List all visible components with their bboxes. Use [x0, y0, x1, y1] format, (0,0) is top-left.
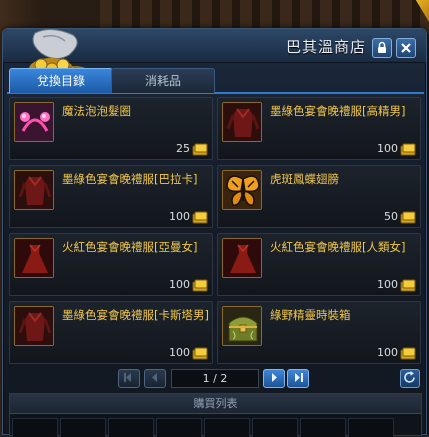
- item-icon-frame: [222, 102, 262, 142]
- last-page-icon: [295, 373, 303, 382]
- item-card[interactable]: 魔法泡泡髮圈 25: [9, 97, 213, 160]
- tab-consumables[interactable]: 消耗品: [111, 68, 215, 93]
- coupon-icon: [400, 211, 416, 224]
- item-price: 25: [176, 142, 190, 155]
- item-price: 100: [377, 346, 398, 359]
- item-icon-frame: [222, 306, 262, 346]
- first-page-button[interactable]: [118, 369, 140, 388]
- item-price: 100: [169, 210, 190, 223]
- item-card[interactable]: 虎斑鳳蝶翅膀 50: [217, 165, 421, 228]
- dark-red-outfit-icon: [15, 307, 53, 345]
- item-name: 墨綠色宴會晚禮服[高精男]: [270, 104, 406, 118]
- item-name: 墨綠色宴會晚禮服[卡斯塔男]: [62, 308, 209, 322]
- close-button[interactable]: [396, 38, 416, 58]
- purchase-slot[interactable]: [156, 418, 202, 437]
- coupon-icon: [192, 279, 208, 292]
- first-page-icon: [124, 373, 131, 382]
- item-name: 虎斑鳳蝶翅膀: [270, 172, 339, 186]
- item-price: 100: [169, 278, 190, 291]
- coupon-icon: [192, 211, 208, 224]
- coupon-icon: [192, 347, 208, 360]
- last-page-button[interactable]: [287, 369, 309, 388]
- item-icon-frame: [14, 170, 54, 210]
- item-icon-frame: [222, 170, 262, 210]
- purchase-slot[interactable]: [252, 418, 298, 437]
- next-page-button[interactable]: [263, 369, 285, 388]
- item-name: 火紅色宴會晚禮服[亞曼女]: [62, 240, 198, 254]
- item-icon-frame: [14, 238, 54, 278]
- item-name: 魔法泡泡髮圈: [62, 104, 131, 118]
- item-icon-frame: [14, 102, 54, 142]
- item-name: 墨綠色宴會晚禮服[巴拉卡]: [62, 172, 198, 186]
- item-card[interactable]: 火紅色宴會晚禮服[亞曼女] 100: [9, 233, 213, 296]
- butterfly-wings-icon: [223, 171, 261, 209]
- item-price: 50: [384, 210, 398, 223]
- treasure-chest-icon: [223, 307, 261, 345]
- coupon-icon: [400, 279, 416, 292]
- window-title: 巴其溫商店: [285, 38, 366, 56]
- tab-exchange-catalog[interactable]: 兌換目錄: [9, 68, 113, 93]
- shop-window: 巴其溫商店 兌換目錄 消耗品 魔法泡泡髮圈 25 墨綠色宴會晚禮服[高精男] 1…: [2, 28, 427, 437]
- item-name: 綠野精靈時裝箱: [270, 308, 351, 322]
- pager-bar: 1 / 2: [3, 366, 426, 392]
- refresh-button[interactable]: [400, 369, 420, 388]
- purchase-slot[interactable]: [12, 418, 58, 437]
- item-card[interactable]: 墨綠色宴會晚禮服[卡斯塔男] 100: [9, 301, 213, 364]
- item-icon-frame: [222, 238, 262, 278]
- item-card[interactable]: 墨綠色宴會晚禮服[巴拉卡] 100: [9, 165, 213, 228]
- close-icon: [401, 43, 411, 53]
- chevron-left-icon: [152, 373, 157, 382]
- item-price: 100: [169, 346, 190, 359]
- coupon-icon: [192, 143, 208, 156]
- tab-strip: 兌換目錄 消耗品: [7, 66, 424, 94]
- pink-hair-band-icon: [15, 103, 53, 141]
- previous-page-button[interactable]: [144, 369, 166, 388]
- dark-red-outfit-icon: [15, 171, 53, 209]
- dark-red-outfit-icon: [223, 103, 261, 141]
- purchase-slot[interactable]: [60, 418, 106, 437]
- red-dress-icon: [15, 239, 53, 277]
- item-grid: 魔法泡泡髮圈 25 墨綠色宴會晚禮服[高精男] 100 墨綠色宴會晚禮服[巴拉卡…: [9, 97, 422, 365]
- chevron-right-icon: [272, 373, 277, 382]
- item-price: 100: [377, 278, 398, 291]
- item-icon-frame: [14, 306, 54, 346]
- purchase-list-panel: 購買列表: [9, 393, 422, 437]
- item-name: 火紅色宴會晚禮服[人類女]: [270, 240, 406, 254]
- lock-button[interactable]: [372, 38, 392, 58]
- coupon-icon: [400, 143, 416, 156]
- purchase-slot[interactable]: [348, 418, 394, 437]
- lock-icon: [378, 41, 386, 53]
- item-price: 100: [377, 142, 398, 155]
- item-card[interactable]: 綠野精靈時裝箱 100: [217, 301, 421, 364]
- refresh-icon: [404, 371, 415, 383]
- purchase-slot[interactable]: [204, 418, 250, 437]
- item-card[interactable]: 火紅色宴會晚禮服[人類女] 100: [217, 233, 421, 296]
- purchase-slot[interactable]: [300, 418, 346, 437]
- red-dress-icon: [223, 239, 261, 277]
- coupon-icon: [400, 347, 416, 360]
- purchase-slot[interactable]: [108, 418, 154, 437]
- page-indicator: 1 / 2: [171, 369, 259, 388]
- purchase-list-header: 購買列表: [10, 394, 421, 414]
- item-card[interactable]: 墨綠色宴會晚禮服[高精男] 100: [217, 97, 421, 160]
